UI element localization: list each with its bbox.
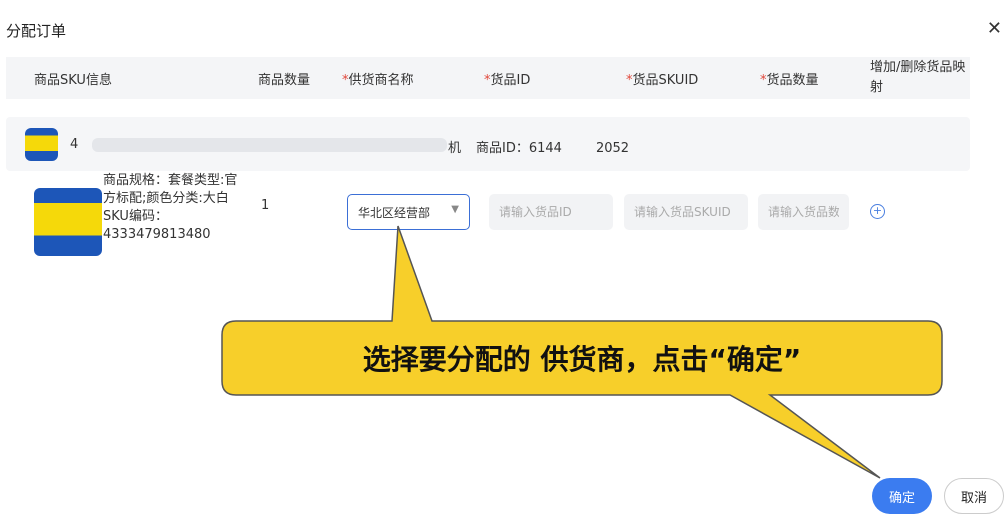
cancel-button[interactable]: 取消	[944, 478, 1004, 514]
callout-bubble	[221, 225, 943, 479]
callout-text: 选择要分配的 供货商，点击“确定”	[362, 343, 802, 376]
confirm-button[interactable]: 确定	[872, 478, 932, 514]
